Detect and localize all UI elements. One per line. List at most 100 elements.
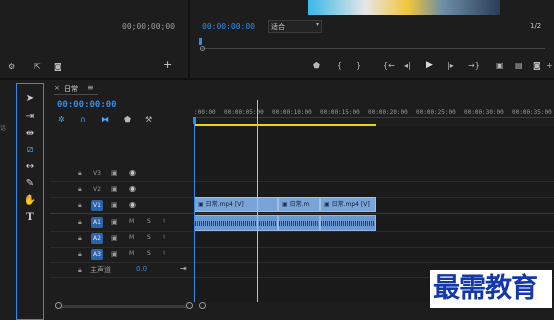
linked-selection-icon[interactable]: ⧓ — [101, 115, 109, 125]
program-timecode[interactable]: 00:00:00:00 — [202, 22, 255, 31]
eye-icon[interactable]: ◉ — [129, 184, 136, 193]
track-name-v1[interactable]: V1 — [91, 200, 103, 211]
program-playhead[interactable] — [199, 38, 202, 45]
scroll-handle-right[interactable] — [186, 302, 193, 309]
mic-icon[interactable]: ♮ — [163, 217, 166, 225]
timeline-playhead-line[interactable] — [194, 124, 195, 302]
mute-button[interactable]: M — [129, 218, 134, 225]
lift-icon[interactable]: ▤ — [515, 61, 523, 71]
export-icon[interactable]: ⇱ — [34, 62, 41, 72]
horizontal-scrollbar[interactable] — [58, 305, 192, 308]
marker-icon[interactable]: ⬟ — [313, 61, 320, 71]
go-to-out-icon[interactable]: →} — [468, 61, 480, 71]
timeline-tab[interactable]: 日常 — [64, 84, 78, 94]
track-header-a1[interactable]: 🔒︎ A1 ▣ M S ♮ — [50, 215, 193, 231]
out-point-icon[interactable]: } — [356, 61, 361, 71]
timeline-timecode[interactable]: 00:00:00:00 — [57, 100, 117, 110]
in-point-icon[interactable]: { — [337, 61, 342, 71]
track-name-v2[interactable]: V2 — [91, 184, 103, 195]
add-button-icon[interactable]: + — [163, 59, 172, 70]
step-back-icon[interactable]: ◂| — [404, 61, 411, 71]
audio-clip[interactable] — [194, 215, 278, 231]
work-area-bar[interactable] — [194, 124, 376, 126]
track-name-v3[interactable]: V3 — [91, 168, 103, 179]
solo-button[interactable]: S — [147, 250, 151, 257]
eye-icon[interactable]: ◉ — [129, 200, 136, 209]
track-select-icon[interactable]: ⇥ — [19, 110, 41, 124]
track-header-v2[interactable]: 🔒︎ V2 ▣ ◉ — [50, 182, 193, 198]
lock-icon[interactable]: 🔒︎ — [78, 201, 82, 210]
lock-icon[interactable]: 🔒︎ — [78, 250, 82, 259]
hand-icon[interactable]: ✋ — [19, 194, 41, 208]
audio-clip[interactable] — [278, 215, 320, 231]
audio-clip[interactable] — [320, 215, 376, 231]
solo-button[interactable]: S — [147, 218, 151, 225]
resolution-dropdown[interactable]: 1/2 — [530, 22, 541, 30]
watermark-logo: 最需教育 — [430, 270, 552, 308]
play-icon[interactable]: ▶ — [426, 60, 433, 70]
selection-arrow-icon[interactable]: ➤ — [19, 92, 41, 106]
ripple-edit-icon[interactable]: ⇹ — [19, 127, 41, 141]
lock-icon[interactable]: 🔒︎ — [78, 218, 82, 227]
close-icon[interactable]: × — [54, 84, 60, 92]
camera-icon[interactable]: ◙ — [54, 62, 62, 72]
video-clip[interactable]: ▣ 日常.mp4 [V] — [320, 197, 376, 212]
track-name-a1[interactable]: A1 — [91, 217, 103, 228]
sync-lock-icon[interactable]: ▣ — [111, 201, 118, 209]
timeline-scroll-handle[interactable] — [199, 302, 206, 309]
video-clip[interactable]: ▣ 日常.m — [278, 197, 320, 212]
lock-icon[interactable]: 🔒︎ — [78, 169, 82, 178]
slip-icon[interactable]: ↔ — [19, 160, 41, 174]
track-header-v1[interactable]: 🔒︎ V1 ▣ ◉ — [50, 198, 193, 214]
program-scroll-handle[interactable] — [200, 46, 205, 51]
sync-lock-icon[interactable]: ▣ — [111, 185, 118, 193]
scroll-handle-left[interactable] — [55, 302, 62, 309]
mute-button[interactable]: M — [129, 234, 134, 241]
pen-icon[interactable]: ✎ — [19, 177, 41, 191]
eye-icon[interactable]: ◉ — [129, 168, 136, 177]
go-to-end-icon[interactable]: ⇥ — [180, 264, 187, 273]
razor-icon[interactable]: ⧄ — [19, 143, 41, 157]
track-name-a2[interactable]: A2 — [91, 233, 103, 244]
ruler-tick-0: :00:00 — [194, 109, 216, 116]
fit-dropdown[interactable]: 适合 ▾ — [268, 20, 322, 33]
fx-badge-icon: ▣ — [324, 201, 330, 208]
mic-icon[interactable]: ♮ — [163, 233, 166, 241]
track-name-a3[interactable]: A3 — [91, 249, 103, 260]
edit-cursor-line — [257, 100, 258, 302]
timeline-playhead-head[interactable] — [193, 117, 196, 124]
mic-icon[interactable]: ♮ — [163, 249, 166, 257]
track-header-master[interactable]: 🔒︎ 主声道 0.0 ⇥ — [50, 263, 193, 279]
track-header-v3[interactable]: 🔒︎ V3 ▣ ◉ — [50, 166, 193, 182]
mute-button[interactable]: M — [129, 250, 134, 257]
clip-label: 日常.mp4 [V] — [205, 201, 244, 208]
lock-icon[interactable]: 🔒︎ — [78, 185, 82, 194]
track-header-a3[interactable]: 🔒︎ A3 ▣ M S ♮ — [50, 247, 193, 263]
video-clip[interactable]: ▣ 日常.mp4 [V] — [194, 197, 278, 212]
sync-lock-icon[interactable]: ▣ — [111, 234, 118, 242]
export-frame-icon[interactable]: ◙ — [533, 61, 541, 71]
sync-lock-icon[interactable]: ▣ — [111, 169, 118, 177]
lock-icon[interactable]: 🔒︎ — [78, 234, 82, 243]
type-icon[interactable]: T — [19, 211, 41, 225]
watermark-text: 最需教育 — [433, 273, 538, 304]
track-header-a2[interactable]: 🔒︎ A2 ▣ M S ♮ — [50, 231, 193, 247]
go-to-in-icon[interactable]: {← — [383, 61, 395, 71]
ruler-tick-5: 00:00:25:00 — [416, 109, 456, 116]
solo-button[interactable]: S — [147, 234, 151, 241]
program-scrubber[interactable] — [200, 48, 545, 49]
menu-icon[interactable]: ≡ — [87, 83, 94, 92]
add-marker-icon[interactable]: ⬟ — [124, 115, 131, 125]
magnet-icon[interactable]: ∩ — [80, 115, 86, 125]
master-volume-value[interactable]: 0.0 — [136, 265, 147, 273]
sync-lock-icon[interactable]: ▣ — [111, 250, 118, 258]
step-forward-icon[interactable]: |▸ — [447, 61, 454, 71]
insert-icon[interactable]: ▣ — [496, 61, 504, 71]
lock-icon[interactable]: 🔒︎ — [78, 266, 82, 275]
wrench-icon[interactable]: ⚒ — [145, 115, 152, 125]
sync-lock-icon[interactable]: ▣ — [111, 218, 118, 226]
button-editor-icon[interactable]: + — [546, 61, 553, 71]
snap-icon[interactable]: ✲ — [58, 115, 65, 125]
settings-icon[interactable]: ⚙ — [8, 62, 15, 72]
source-timecode[interactable]: 00;00;00;00 — [122, 22, 175, 31]
